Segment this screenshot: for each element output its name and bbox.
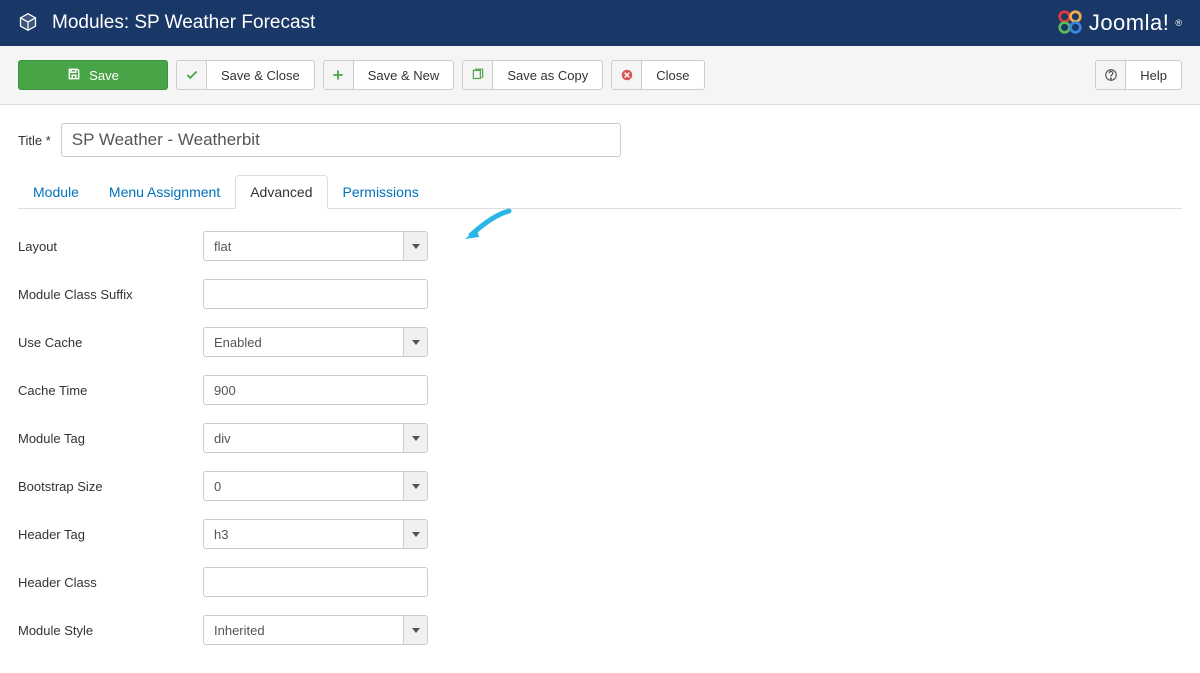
layout-label: Layout (18, 239, 203, 254)
bootstrap-size-label: Bootstrap Size (18, 479, 203, 494)
form-rows: Layout flat Module Class Suffix (18, 231, 1182, 645)
joomla-logo: Joomla! ® (1057, 9, 1182, 38)
header-class-label: Header Class (18, 575, 203, 590)
layout-value: flat (204, 239, 403, 254)
row-bootstrap-size: Bootstrap Size 0 (18, 471, 1182, 501)
row-layout: Layout flat (18, 231, 1182, 261)
row-module-style: Module Style Inherited (18, 615, 1182, 645)
row-module-tag: Module Tag div (18, 423, 1182, 453)
tab-module[interactable]: Module (18, 175, 94, 209)
chevron-down-icon (403, 616, 427, 644)
save-button[interactable]: Save (18, 60, 168, 90)
use-cache-label: Use Cache (18, 335, 203, 350)
cube-icon (18, 12, 38, 35)
header-left: Modules: SP Weather Forecast (18, 12, 315, 35)
chevron-down-icon (403, 520, 427, 548)
header-class-input[interactable] (203, 567, 428, 597)
header-bar: Modules: SP Weather Forecast Joomla! ® (0, 0, 1200, 46)
chevron-down-icon (403, 328, 427, 356)
title-row: Title * (18, 123, 1182, 157)
module-class-suffix-input[interactable] (203, 279, 428, 309)
bootstrap-size-value: 0 (204, 479, 403, 494)
use-cache-value: Enabled (204, 335, 403, 350)
module-class-suffix-label: Module Class Suffix (18, 287, 203, 302)
save-copy-label: Save as Copy (493, 68, 602, 83)
row-header-class: Header Class (18, 567, 1182, 597)
chevron-down-icon (403, 424, 427, 452)
tab-permissions[interactable]: Permissions (328, 175, 434, 209)
joomla-icon (1057, 9, 1083, 38)
module-style-value: Inherited (204, 623, 403, 638)
module-style-label: Module Style (18, 623, 203, 638)
module-tag-select[interactable]: div (203, 423, 428, 453)
page-title: Modules: SP Weather Forecast (52, 12, 315, 34)
row-use-cache: Use Cache Enabled (18, 327, 1182, 357)
header-tag-label: Header Tag (18, 527, 203, 542)
arrow-annotation (463, 207, 513, 246)
cache-time-input[interactable] (203, 375, 428, 405)
content: Title * Module Menu Assignment Advanced … (0, 105, 1200, 663)
use-cache-select[interactable]: Enabled (203, 327, 428, 357)
row-header-tag: Header Tag h3 (18, 519, 1182, 549)
save-new-label: Save & New (354, 68, 454, 83)
plus-icon (324, 61, 354, 89)
header-tag-value: h3 (204, 527, 403, 542)
trademark: ® (1175, 18, 1182, 28)
save-label: Save (89, 68, 119, 83)
title-input[interactable] (61, 123, 621, 157)
close-icon (612, 61, 642, 89)
tab-menu-assignment[interactable]: Menu Assignment (94, 175, 235, 209)
save-new-button[interactable]: Save & New (323, 60, 455, 90)
title-label: Title * (18, 133, 51, 148)
check-icon (177, 61, 207, 89)
help-label: Help (1126, 68, 1181, 83)
save-copy-button[interactable]: Save as Copy (462, 60, 603, 90)
save-close-label: Save & Close (207, 68, 314, 83)
cache-time-label: Cache Time (18, 383, 203, 398)
tab-advanced[interactable]: Advanced (235, 175, 327, 209)
close-label: Close (642, 68, 703, 83)
help-button[interactable]: Help (1095, 60, 1182, 90)
brand-text: Joomla! (1089, 10, 1170, 36)
close-button[interactable]: Close (611, 60, 704, 90)
chevron-down-icon (403, 232, 427, 260)
bootstrap-size-select[interactable]: 0 (203, 471, 428, 501)
module-tag-label: Module Tag (18, 431, 203, 446)
chevron-down-icon (403, 472, 427, 500)
row-module-class-suffix: Module Class Suffix (18, 279, 1182, 309)
toolbar: Save Save & Close Save & New Save as Cop… (0, 46, 1200, 105)
layout-select[interactable]: flat (203, 231, 428, 261)
tabs: Module Menu Assignment Advanced Permissi… (18, 175, 1182, 209)
header-tag-select[interactable]: h3 (203, 519, 428, 549)
toolbar-left: Save Save & Close Save & New Save as Cop… (18, 60, 705, 90)
save-close-button[interactable]: Save & Close (176, 60, 315, 90)
help-icon (1096, 61, 1126, 89)
row-cache-time: Cache Time (18, 375, 1182, 405)
copy-icon (463, 61, 493, 89)
module-style-select[interactable]: Inherited (203, 615, 428, 645)
module-tag-value: div (204, 431, 403, 446)
check-save-icon (67, 67, 81, 84)
